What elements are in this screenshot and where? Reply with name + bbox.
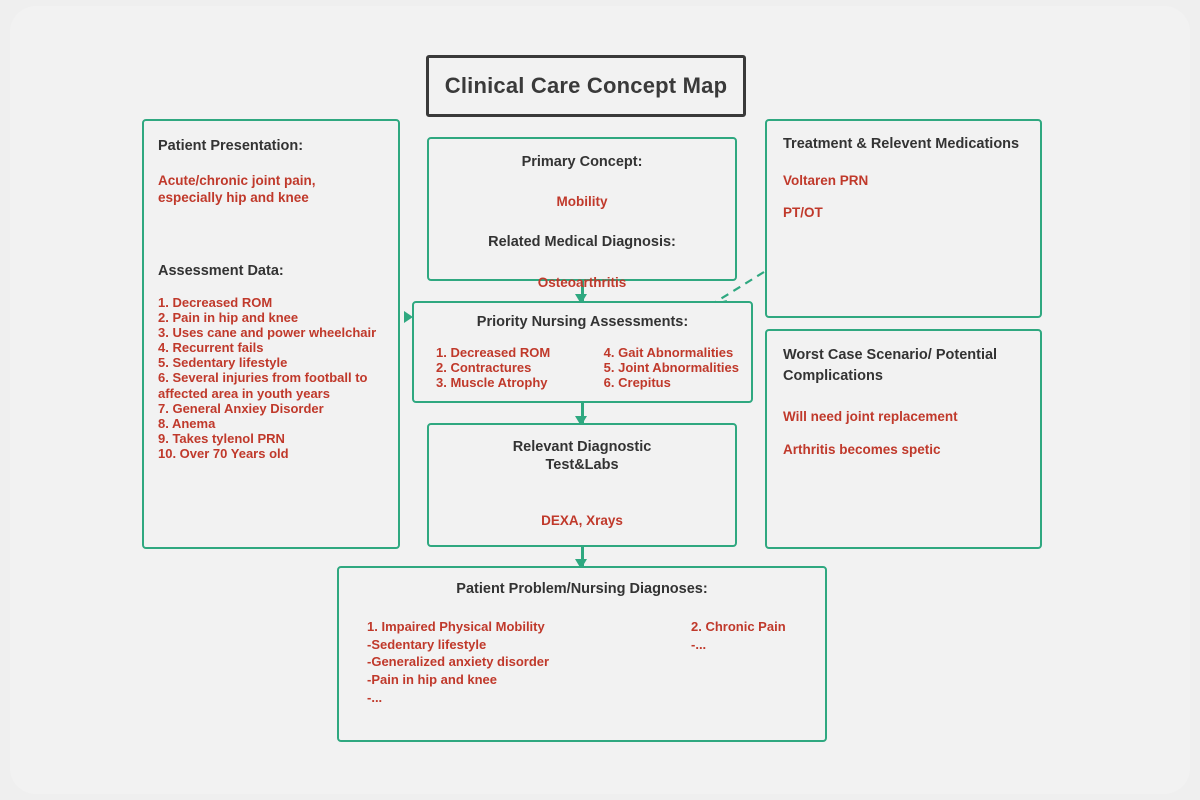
patient-presentation-body: Acute/chronic joint pain, especially hip… [158,173,316,206]
list-item: 6. Several injuries from football to aff… [158,370,368,401]
list-item: 7. General Anxiey Disorder [158,400,324,416]
treatment-heading: Treatment & Relevent Medications [783,136,1020,152]
assessment-data-heading: Assessment Data: [158,262,284,279]
patient-problem-heading: Patient Problem/Nursing Diagnoses: [456,581,708,597]
treatment-item-1: Voltaren PRN [783,173,869,189]
page-title: Clinical Care Concept Map [444,73,728,98]
treatment-item-2: PT/OT [783,205,823,221]
related-diagnosis-value: Osteoarthritis [537,274,627,290]
list-item: 1. Decreased ROM [436,345,551,361]
panel-priority-assessments[interactable]: Priority Nursing Assessments: 1. Decreas… [412,301,753,403]
worst-case-heading: Worst Case Scenario/ Potential Complicat… [783,347,998,384]
list-item: -Pain in hip and knee [367,672,498,688]
related-diagnosis-heading: Related Medical Diagnosis: [488,234,676,251]
primary-concept-value: Mobility [556,194,608,210]
list-item: 10. Over 70 Years old [158,446,289,462]
list-item: -... [367,689,383,705]
list-item: 3. Uses cane and power wheelchair [158,325,377,341]
worst-case-item-2: Arthritis becomes spetic [783,442,941,458]
panel-worst-case[interactable]: Worst Case Scenario/ Potential Complicat… [765,329,1042,549]
priority-assessments-heading: Priority Nursing Assessments: [476,314,689,330]
list-item: 3. Muscle Atrophy [436,375,548,391]
patient-problem-columns: 1. Impaired Physical Mobility -Sedentary… [353,618,811,706]
list-item: 5. Joint Abnormalities [603,360,739,376]
diagnostics-value: DEXA, Xrays [541,513,623,529]
list-item: 6. Crepitus [603,375,671,391]
list-item: -Sedentary lifestyle [367,636,487,652]
list-item: 4. Recurrent fails [158,340,264,356]
panel-treatment[interactable]: Treatment & Relevent Medications Voltare… [765,119,1042,318]
list-item: 2. Chronic Pain [691,619,786,635]
list-item: 2. Pain in hip and knee [158,309,299,325]
panel-patient-presentation[interactable]: Patient Presentation: Acute/chronic join… [142,119,400,549]
panel-patient-problem[interactable]: Patient Problem/Nursing Diagnoses: 1. Im… [337,566,827,742]
list-item: 4. Gait Abnormalities [603,345,734,361]
list-item: 1. Impaired Physical Mobility [367,619,545,635]
list-item: 9. Takes tylenol PRN [158,431,285,447]
panel-diagnostic-tests[interactable]: Relevant Diagnostic Test&Labs DEXA, Xray… [427,423,737,547]
worst-case-item-1: Will need joint replacement [783,409,958,425]
concept-map-canvas: Clinical Care Concept Map Patient Presen… [0,0,1200,800]
list-item: 8. Anema [158,415,216,431]
list-item: 1. Decreased ROM [158,294,273,310]
panel-primary-concept[interactable]: Primary Concept: Mobility Related Medica… [427,137,737,290]
patient-problem-column-left: 1. Impaired Physical Mobility -Sedentary… [367,618,577,706]
priority-assessments-column-left: 1. Decreased ROM 2. Contractures 3. Musc… [436,345,578,390]
primary-concept-heading: Primary Concept: [521,154,643,170]
patient-problem-column-right: 2. Chronic Pain -... [691,618,786,706]
list-item: -... [691,636,707,652]
assessment-data-list: 1. Decreased ROM 2. Pain in hip and knee… [158,295,384,462]
list-item: 5. Sedentary lifestyle [158,355,288,371]
priority-assessments-column-right: 4. Gait Abnormalities 5. Joint Abnormali… [604,345,739,390]
list-item: 2. Contractures [436,360,532,376]
patient-presentation-heading: Patient Presentation: [158,138,304,154]
map-title-box: Clinical Care Concept Map [426,55,746,117]
diagnostics-heading: Relevant Diagnostic Test&Labs [512,439,652,474]
list-item: -Generalized anxiety disorder [367,654,550,670]
priority-assessments-columns: 1. Decreased ROM 2. Contractures 3. Musc… [426,345,739,390]
